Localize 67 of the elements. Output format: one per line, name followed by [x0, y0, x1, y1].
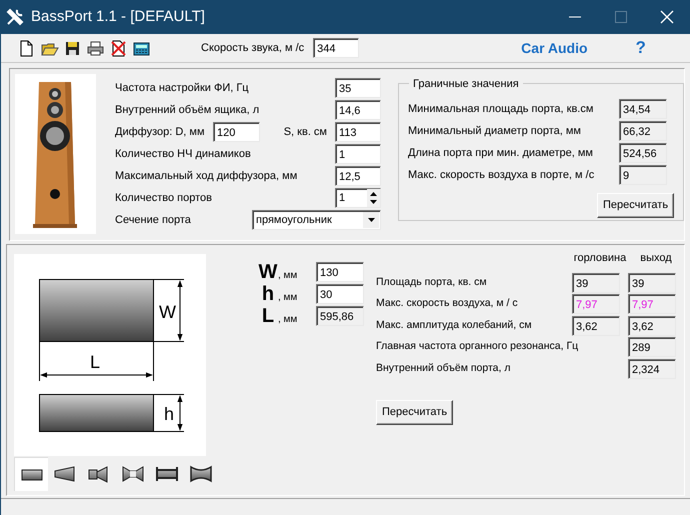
- output-field[interactable]: 9: [619, 165, 667, 185]
- dimension-letter: L: [260, 306, 276, 326]
- dimension-letter: h: [260, 284, 276, 304]
- recalculate-button[interactable]: Пересчитать: [376, 400, 454, 424]
- field-label: Макс. скорость воздуха в порте, м /с: [408, 168, 594, 183]
- field-label: Количество портов: [115, 190, 212, 206]
- dimension-letter: W: [258, 262, 278, 282]
- output-field[interactable]: 39: [628, 272, 676, 293]
- output-field[interactable]: 595,86: [316, 306, 364, 326]
- field-label: Длина порта при мин. диаметре, мм: [408, 146, 593, 161]
- output-field[interactable]: 524,56: [619, 143, 667, 163]
- input-field[interactable]: 12,5: [335, 166, 381, 186]
- dimension-label: W: [159, 302, 176, 322]
- field-label: Максимальный ход диффузора, мм: [115, 168, 298, 184]
- output-field[interactable]: 66,32: [619, 121, 667, 141]
- spinner-field[interactable]: 1: [335, 188, 381, 208]
- group-title: Граничные значения: [409, 76, 523, 92]
- car-audio-link[interactable]: Car Audio: [521, 38, 588, 58]
- output-field[interactable]: 289: [628, 337, 676, 358]
- tools-icon: [5, 7, 25, 27]
- result-label: Макс. скорость воздуха, м / с: [376, 296, 519, 312]
- help-link[interactable]: ?: [636, 35, 646, 61]
- window-title: BassPort 1.1 - [DEFAULT]: [31, 6, 206, 27]
- field-label: Сечение порта: [115, 212, 191, 228]
- result-label: Макс. амплитуда колебаний, см: [376, 318, 533, 333]
- field-label: Количество НЧ динамиков: [115, 146, 251, 162]
- recalculate-button[interactable]: Пересчитать: [597, 193, 674, 218]
- port-shape-icon: [188, 463, 214, 485]
- field-label: Минимальная площадь порта, кв.см: [408, 102, 594, 117]
- result-label: Главная частота органного резонанса, Гц: [376, 339, 580, 354]
- unit-label: , мм: [278, 268, 298, 282]
- output-field[interactable]: 34,54: [619, 99, 667, 119]
- result-label: Внутренний объём порта, л: [376, 360, 512, 376]
- output-field[interactable]: 3,62: [572, 316, 620, 336]
- unit-label: , мм: [278, 290, 298, 304]
- port-shape-button[interactable]: [14, 457, 48, 491]
- column-header: выход: [639, 251, 673, 266]
- input-field[interactable]: 14,6: [335, 100, 381, 120]
- spin-arrows-icon: [368, 190, 379, 206]
- dimension-label: h: [164, 404, 174, 424]
- sound-speed-label: Скорость звука, м /с: [201, 40, 304, 56]
- input-field[interactable]: 30: [316, 284, 364, 304]
- output-field[interactable]: 3,62: [628, 316, 676, 336]
- cross-icon: [108, 38, 128, 58]
- printer-icon: [86, 38, 104, 58]
- field-label: Диффузор: D, мм: [115, 124, 206, 140]
- field-label: Минимальный диаметр порта, мм: [408, 124, 581, 139]
- field-label: Внутренний объём ящика, л: [115, 102, 260, 118]
- input-field[interactable]: 1: [335, 144, 381, 164]
- port-section-dropdown[interactable]: прямоугольник: [252, 210, 381, 230]
- input-field[interactable]: 35: [335, 78, 381, 98]
- input-field[interactable]: 130: [316, 262, 364, 282]
- field-label: S, кв. см: [284, 124, 327, 140]
- dimension-label: L: [90, 352, 100, 372]
- output-field[interactable]: 39: [572, 272, 620, 293]
- input-field[interactable]: 113: [335, 122, 381, 142]
- unit-label: , мм: [278, 312, 298, 326]
- output-field[interactable]: 2,324: [628, 358, 676, 379]
- column-header: горловина: [572, 251, 628, 266]
- spinner-value: 1: [339, 191, 346, 206]
- minimize-icon: [569, 16, 581, 18]
- spin-button[interactable]: [367, 189, 380, 207]
- field-label: Частота настройки ФИ, Гц: [115, 80, 249, 96]
- result-label: Площадь порта, кв. см: [376, 274, 488, 290]
- caret-icon: [368, 218, 374, 222]
- sound-speed-field[interactable]: 344: [313, 38, 360, 58]
- input-field[interactable]: 120: [213, 122, 260, 142]
